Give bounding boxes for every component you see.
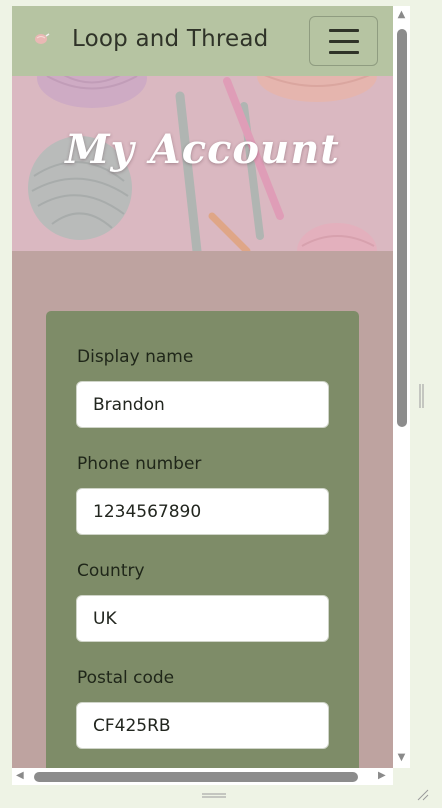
navbar: Loop and Thread bbox=[12, 6, 393, 76]
resize-grip-icon[interactable] bbox=[414, 786, 430, 802]
brand-name[interactable]: Loop and Thread bbox=[72, 26, 268, 52]
yarn-ball-icon[interactable] bbox=[34, 33, 50, 45]
display-name-field[interactable] bbox=[76, 381, 329, 428]
phone-number-field[interactable] bbox=[76, 488, 329, 535]
menu-toggle-button[interactable] bbox=[309, 16, 378, 66]
scroll-down-arrow-icon[interactable]: ▼ bbox=[396, 753, 407, 763]
scroll-up-arrow-icon[interactable]: ▲ bbox=[396, 10, 407, 20]
resize-handle-icon[interactable] bbox=[418, 382, 426, 410]
vertical-scroll-thumb[interactable] bbox=[397, 29, 407, 427]
postal-code-field[interactable] bbox=[76, 702, 329, 749]
country-label: Country bbox=[77, 561, 145, 581]
hamburger-menu-icon bbox=[328, 28, 359, 32]
account-form: Display name Phone number Country Postal… bbox=[46, 311, 359, 768]
horizontal-scroll-thumb[interactable] bbox=[34, 772, 358, 782]
horizontal-scrollbar[interactable]: ◀ ▶ bbox=[12, 768, 393, 785]
phone-number-label: Phone number bbox=[77, 454, 202, 474]
hero-banner: My Account bbox=[12, 76, 393, 251]
page-title: My Account bbox=[65, 126, 340, 173]
display-name-label: Display name bbox=[77, 347, 194, 367]
hamburger-menu-icon bbox=[328, 39, 359, 43]
resize-handle-icon[interactable] bbox=[200, 792, 228, 800]
scroll-right-arrow-icon[interactable]: ▶ bbox=[378, 770, 388, 782]
hamburger-menu-icon bbox=[328, 50, 359, 54]
postal-code-label: Postal code bbox=[77, 668, 175, 688]
page-viewport: Loop and Thread My Account Display name … bbox=[12, 6, 393, 768]
country-field[interactable] bbox=[76, 595, 329, 642]
vertical-scrollbar[interactable]: ▲ ▼ bbox=[393, 6, 410, 768]
browser-frame: Loop and Thread My Account Display name … bbox=[0, 0, 442, 808]
scroll-left-arrow-icon[interactable]: ◀ bbox=[16, 770, 26, 782]
